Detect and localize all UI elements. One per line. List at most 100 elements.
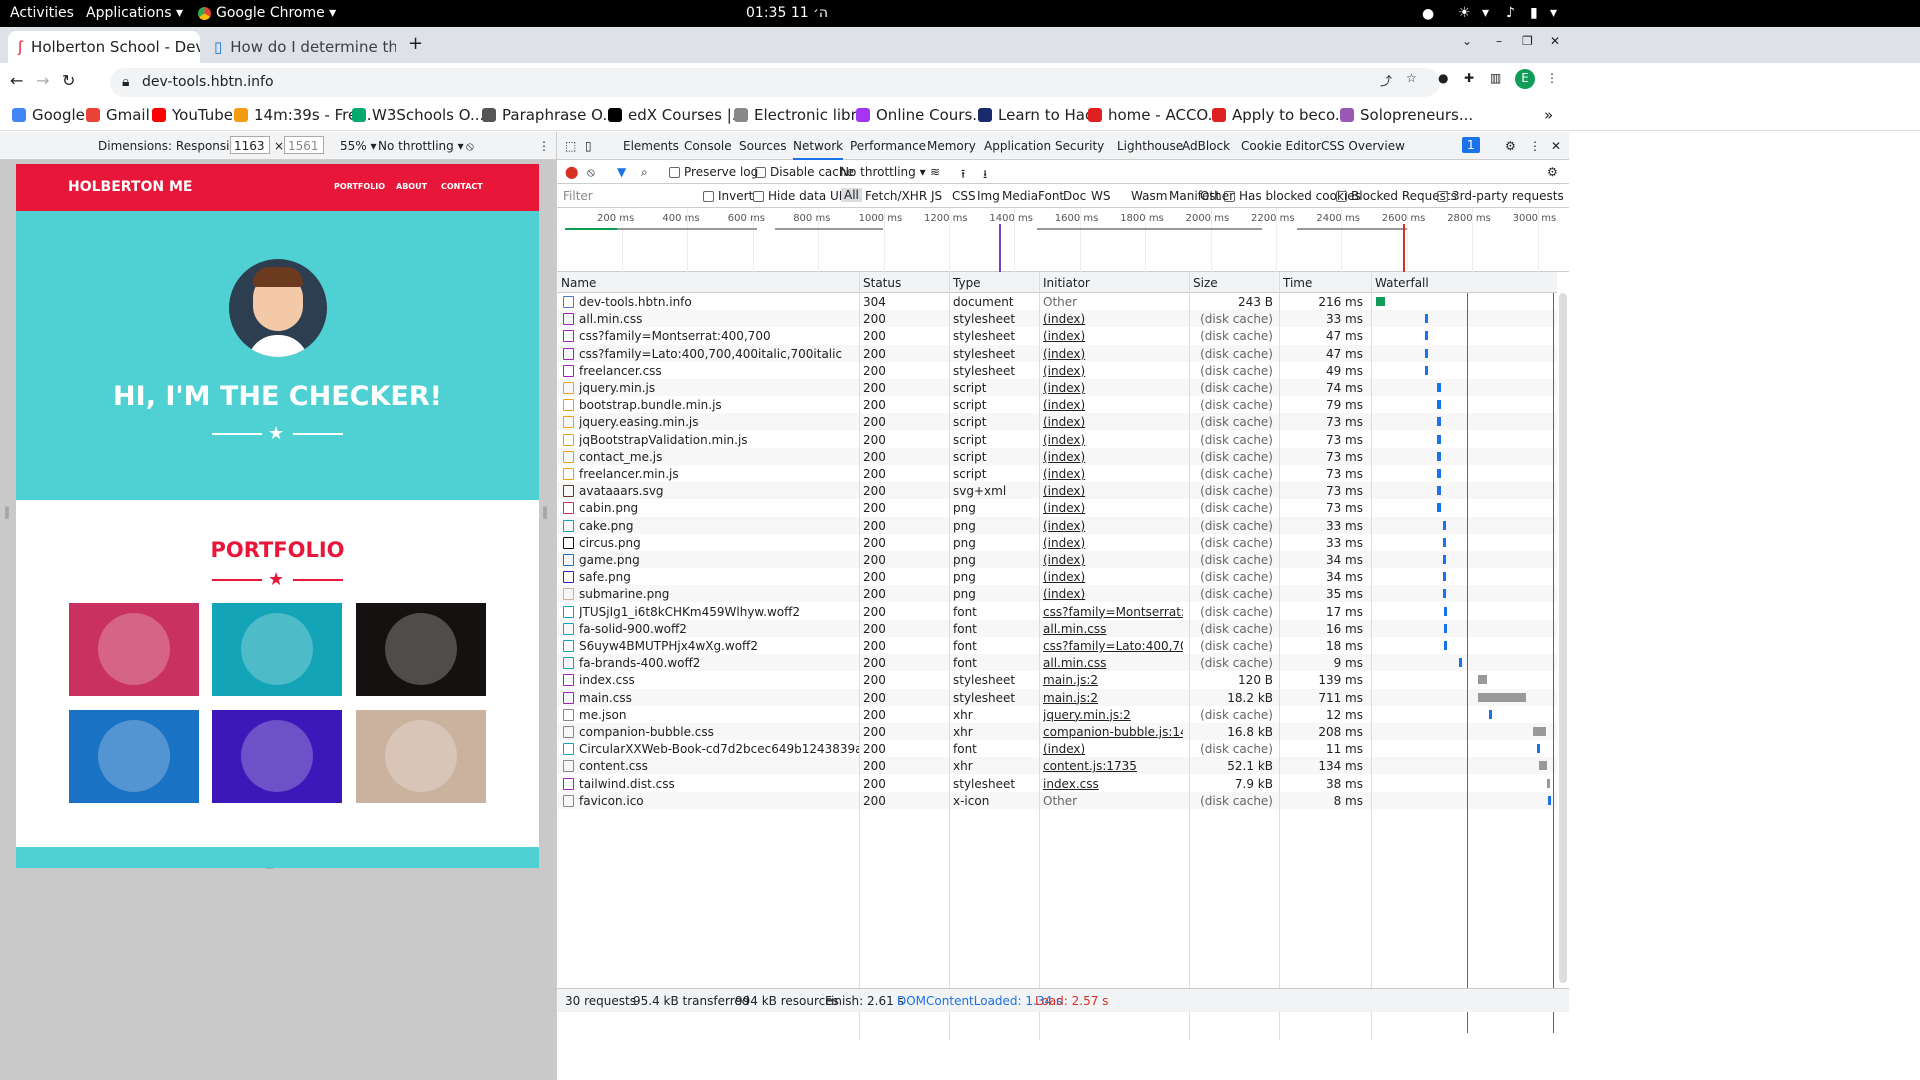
bookmark-2[interactable]: YouTube (152, 106, 233, 124)
filter-icon[interactable]: ▼ (617, 165, 626, 179)
waterfall-bar[interactable] (1424, 314, 1428, 324)
bookmark-0[interactable]: Google (12, 106, 85, 124)
column-header-status[interactable]: Status (863, 276, 901, 290)
column-header-time[interactable]: Time (1283, 276, 1312, 290)
table-row[interactable]: safe.png 200 png (index) (disk cache) 34 ms (557, 568, 1557, 586)
applications-menu[interactable]: Applications ▾ (86, 5, 183, 21)
type-filter-js[interactable]: JS (931, 189, 942, 203)
waterfall-bar[interactable] (1437, 469, 1441, 478)
height-input[interactable]: 1561 (284, 136, 324, 154)
waterfall-bar[interactable] (1442, 589, 1446, 599)
more-bookmarks-icon[interactable]: » (1544, 106, 1553, 124)
bookmark-7[interactable]: Electronic libr... (734, 106, 870, 124)
waterfall-bar[interactable] (1442, 555, 1446, 564)
type-filter-all[interactable]: All (841, 188, 862, 202)
cell-initiator[interactable]: main.js:2 (1043, 673, 1183, 687)
back-icon[interactable]: ← (10, 71, 23, 90)
table-row[interactable]: content.css 200 xhr content.js:1735 52.1 kB 1… (557, 757, 1557, 775)
portfolio-item-game[interactable] (69, 710, 199, 803)
portfolio-item-cake[interactable] (212, 603, 342, 696)
waterfall-bar[interactable] (1437, 383, 1441, 392)
close-devtools-icon[interactable]: ✕ (1551, 139, 1561, 153)
third-party-checkbox[interactable]: 3rd-party requests (1437, 189, 1564, 203)
waterfall-bar[interactable] (1442, 572, 1446, 582)
table-scrollbar[interactable] (1559, 293, 1567, 983)
waterfall-bar[interactable] (1547, 795, 1551, 805)
profile-avatar[interactable]: E (1515, 69, 1535, 89)
column-divider[interactable] (1371, 272, 1372, 1040)
table-row[interactable]: cabin.png 200 png (index) (disk cache) 73 ms (557, 499, 1557, 517)
resize-handle-left[interactable]: ‖ (4, 505, 10, 519)
tab-holberton[interactable]: ʃ Holberton School - Deve ✕ (8, 31, 200, 63)
record-icon[interactable]: ● (1422, 6, 1434, 22)
table-row[interactable]: jquery.easing.min.js 200 script (index) (dis… (557, 413, 1557, 431)
chrome-menu[interactable]: Google Chrome ▾ (198, 5, 336, 21)
cell-initiator[interactable]: (index) (1043, 433, 1183, 447)
waterfall-bar[interactable] (1536, 744, 1540, 754)
cell-initiator[interactable]: (index) (1043, 329, 1183, 343)
cell-initiator[interactable]: companion-bubble.js:1419 (1043, 725, 1183, 739)
column-divider[interactable] (1279, 272, 1280, 1040)
record-stop-icon[interactable]: ⬤ (565, 165, 578, 179)
nav-contact[interactable]: CONTACT (441, 182, 483, 191)
waterfall-bar[interactable] (1458, 658, 1462, 668)
table-row[interactable]: jqBootstrapValidation.min.js 200 script (in… (557, 430, 1557, 448)
type-filter-other[interactable]: Other (1200, 189, 1234, 203)
clock[interactable]: ה׳ 11 01:35 (746, 5, 828, 21)
cell-initiator[interactable]: all.min.css (1043, 622, 1183, 636)
devtools-tab-security[interactable]: Security (1055, 139, 1104, 153)
table-row[interactable]: favicon.ico 200 x-icon Other (disk cache) 8 m… (557, 791, 1557, 809)
column-divider[interactable] (859, 272, 860, 1040)
cell-initiator[interactable]: css?family=Montserrat:400,700 (1043, 605, 1183, 619)
bookmark-12[interactable]: Solopreneurs... (1340, 106, 1473, 124)
timeline-overview[interactable]: 200 ms 400 ms 600 ms 800 ms 1000 ms 1200 ms 14… (557, 208, 1569, 272)
waterfall-bar[interactable] (1437, 434, 1441, 444)
waterfall-bar[interactable] (1488, 709, 1492, 719)
device-toggle-icon[interactable]: ▯ (585, 139, 592, 153)
waterfall-bar[interactable] (1478, 692, 1527, 702)
devtools-tab-application[interactable]: Application (984, 139, 1051, 153)
cell-initiator[interactable]: (index) (1043, 519, 1183, 533)
type-filter-media[interactable]: Media (1002, 189, 1038, 203)
cell-initiator[interactable]: (index) (1043, 553, 1183, 567)
table-row[interactable]: me.json 200 xhr jquery.min.js:2 (disk cache)… (557, 705, 1557, 723)
maximize-icon[interactable]: ❐ (1522, 34, 1533, 48)
table-row[interactable]: dev-tools.hbtn.info 304 document Other 243 B… (557, 293, 1557, 310)
new-tab-icon[interactable]: + (408, 33, 423, 54)
activities-button[interactable]: Activities (10, 5, 74, 21)
table-row[interactable]: submarine.png 200 png (index) (disk cache) 35… (557, 585, 1557, 603)
waterfall-bar[interactable] (1424, 365, 1428, 375)
cell-initiator[interactable]: (index) (1043, 347, 1183, 361)
share-icon[interactable]: ⤴ (1380, 72, 1392, 89)
table-row[interactable]: contact_me.js 200 script (index) (disk cache… (557, 447, 1557, 465)
bookmark-8[interactable]: Online Cours... (856, 106, 987, 124)
devtools-tab-console[interactable]: Console (684, 139, 732, 153)
tab-how-do-i[interactable]: ▯ How do I determine the ✕ (204, 31, 396, 63)
cell-initiator[interactable]: (index) (1043, 312, 1183, 326)
clear-icon[interactable]: ⦸ (587, 165, 595, 180)
waterfall-bar[interactable] (1538, 761, 1547, 771)
bookmark-5[interactable]: Paraphrase O... (482, 106, 617, 124)
table-row[interactable]: all.min.css 200 stylesheet (index) (disk cac… (557, 310, 1557, 328)
type-filter-font[interactable]: Font (1038, 189, 1064, 203)
devtools-tab-sources[interactable]: Sources (739, 139, 786, 153)
zoom-select[interactable]: 55% ▾ (340, 139, 377, 153)
column-header-initiator[interactable]: Initiator (1043, 276, 1090, 290)
search-icon[interactable]: ⌕ (641, 165, 648, 180)
bookmark-9[interactable]: Learn to Hack (978, 106, 1102, 124)
table-row[interactable]: freelancer.css 200 stylesheet (index) (disk … (557, 361, 1557, 379)
waterfall-bar[interactable] (1444, 623, 1448, 633)
site-brand[interactable]: HOLBERTON ME (68, 179, 192, 195)
reload-icon[interactable]: ↻ (62, 71, 75, 90)
import-har-icon[interactable]: ⭱ (961, 165, 965, 186)
waterfall-bar[interactable] (1533, 727, 1546, 736)
address-bar[interactable]: 🔒︎ dev-tools.hbtn.info (110, 68, 1440, 97)
waterfall-bar[interactable] (1424, 331, 1428, 341)
table-row[interactable]: companion-bubble.css 200 xhr companion-bubb… (557, 723, 1557, 740)
network-settings-icon[interactable]: ⚙ (1547, 165, 1558, 179)
waterfall-bar[interactable] (1444, 606, 1448, 616)
cell-initiator[interactable]: content.js:1735 (1043, 759, 1183, 773)
cell-initiator[interactable]: (index) (1043, 381, 1183, 395)
export-har-icon[interactable]: ⭳ (983, 165, 987, 186)
settings-icon[interactable]: ⚙ (1505, 139, 1516, 153)
